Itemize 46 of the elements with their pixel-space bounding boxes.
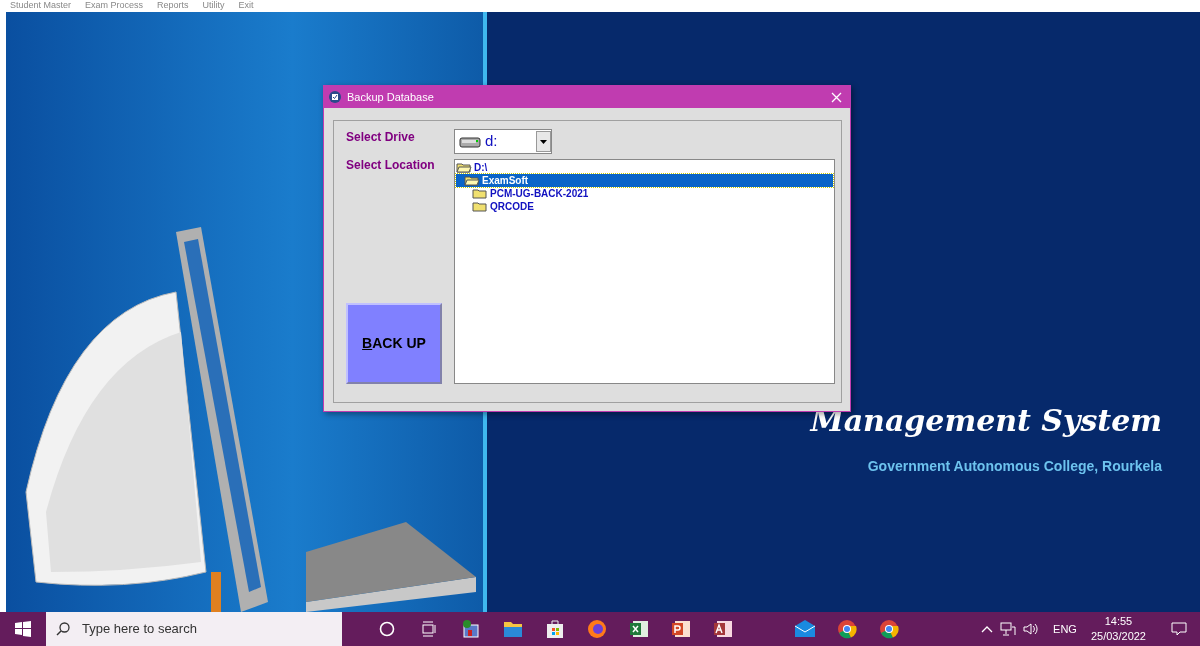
close-icon[interactable] [831,91,842,103]
search-box[interactable]: Type here to search [46,612,342,646]
network-icon[interactable] [1000,622,1017,636]
date-text: 25/03/2022 [1090,629,1146,644]
drive-dropdown[interactable]: d: [454,129,552,154]
folder-item[interactable]: QRCODE [456,200,833,213]
mail-icon[interactable] [794,620,816,638]
menu-item[interactable]: Exam Process [85,0,144,12]
drive-label: Select Drive [346,129,416,145]
college-name: Government Autonomous College, Rourkela [867,457,1162,476]
circle-icon[interactable] [379,621,395,637]
language-indicator[interactable]: ENG [1053,620,1077,638]
shopping-bag-icon[interactable] [545,619,565,639]
location-label: Select Location [346,157,436,173]
folder-item[interactable]: D:\ [456,161,833,174]
menu-item[interactable]: Utility [202,0,225,12]
chevron-up-icon[interactable] [981,625,994,633]
app-icon[interactable] [460,618,482,640]
dialog-title: Backup Database [347,89,434,105]
windows-icon[interactable] [15,621,31,637]
folder-item[interactable]: PCM-UG-BACK-2021 [456,187,833,200]
browser-icon[interactable] [837,619,857,639]
back-up-button[interactable]: BACK UP [346,303,442,384]
database-app-icon[interactable] [713,619,733,639]
task-view-icon[interactable] [421,621,437,637]
search-icon [56,622,70,636]
menu-item[interactable]: Reports [157,0,189,12]
search-field[interactable]: Type here to search [80,618,320,640]
folder-icon [456,162,472,173]
clock[interactable]: 14:55 25/03/2022 [1090,614,1146,644]
presentation-icon[interactable] [671,619,691,639]
speaker-icon[interactable] [1023,622,1040,636]
folder-icon [472,201,488,212]
time-text: 14:55 [1104,614,1133,629]
notification-icon[interactable] [1171,621,1187,637]
folder-icon [464,175,480,186]
dropdown-arrow-icon [540,139,547,144]
folder-icon[interactable] [503,620,523,638]
menu-item[interactable]: Student Master [10,0,72,12]
browser-icon[interactable] [879,619,899,639]
drive-icon [459,135,481,148]
folder-item[interactable]: ExamSoft [456,174,833,187]
menu-item[interactable]: Exit [238,0,254,12]
checkbox-icon [329,91,341,103]
app-title: Management System [810,402,1162,440]
spreadsheet-icon[interactable] [629,619,649,639]
